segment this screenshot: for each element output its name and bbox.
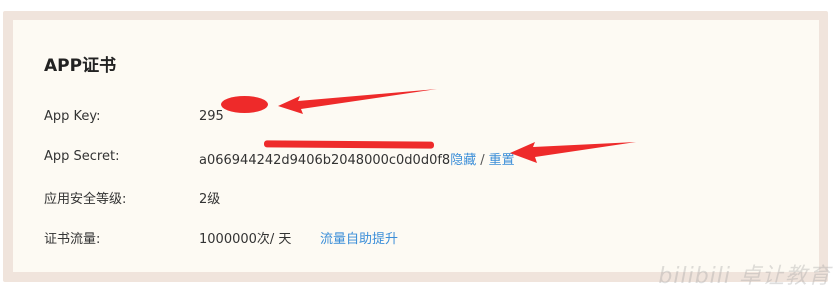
- hide-secret-link[interactable]: 隐藏: [450, 153, 476, 168]
- link-separator: /: [480, 153, 485, 168]
- cert-traffic-label: 证书流量:: [44, 232, 101, 247]
- security-level-label: 应用安全等级:: [44, 192, 127, 207]
- section-title: APP证书: [44, 56, 117, 76]
- reset-secret-link[interactable]: 重置: [489, 153, 515, 168]
- app-key-label: App Key:: [44, 109, 101, 124]
- app-secret-value: a066944242d9406b2048000c0d0d0f8: [199, 153, 451, 168]
- app-key-redaction: [221, 96, 268, 113]
- traffic-boost-link[interactable]: 流量自助提升: [320, 228, 398, 247]
- cert-traffic-value: 1000000次/ 天: [199, 232, 292, 247]
- app-secret-label: App Secret:: [44, 149, 120, 164]
- security-level-value: 2级: [199, 192, 221, 207]
- watermark: bilibili 卓让教育: [658, 264, 831, 289]
- app-secret-value-group: a066944242d9406b2048000c0d0d0f8隐藏 / 重置: [199, 149, 515, 168]
- app-key-value: 295: [199, 109, 224, 124]
- app-secret-redaction: [263, 140, 435, 149]
